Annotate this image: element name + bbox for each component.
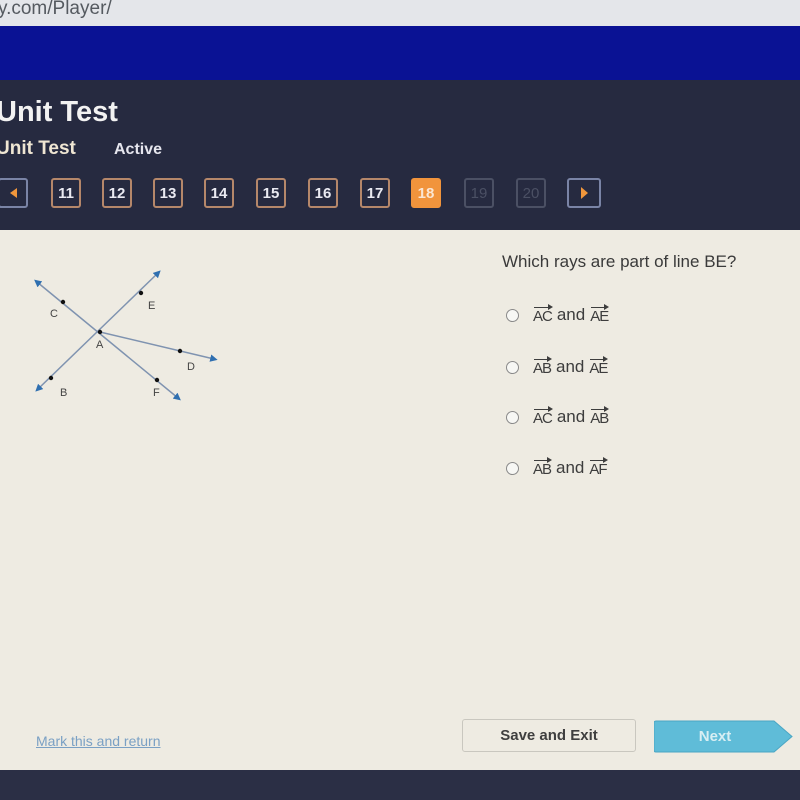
question-button-17[interactable]: 17 <box>360 178 390 208</box>
answer-choice-3[interactable]: AC and AB <box>506 405 610 427</box>
point-e <box>138 290 144 296</box>
conjunction: and <box>556 458 585 477</box>
ray-label: AB <box>533 456 553 478</box>
save-and-exit-button[interactable]: Save and Exit <box>462 719 636 752</box>
question-button-18-current[interactable]: 18 <box>411 178 441 208</box>
point-c <box>60 299 66 305</box>
point-b <box>48 375 54 381</box>
question-button-15[interactable]: 15 <box>256 178 286 208</box>
url-text: y.com/Player/ <box>0 0 112 19</box>
triangle-right-icon <box>580 187 588 199</box>
label-d: D <box>187 361 195 373</box>
label-e: E <box>148 300 155 312</box>
next-button-label: Next <box>698 728 732 745</box>
question-button-13[interactable]: 13 <box>153 178 183 208</box>
point-a <box>97 329 103 335</box>
question-button-14[interactable]: 14 <box>204 178 234 208</box>
question-button-11[interactable]: 11 <box>51 178 81 208</box>
label-a: A <box>96 339 104 351</box>
ray-label: AB <box>533 355 553 377</box>
browser-url-bar[interactable]: y.com/Player/ <box>0 0 800 26</box>
ray-label: AB <box>590 405 610 427</box>
test-subtitle: Unit Test <box>0 138 76 159</box>
point-f <box>154 377 160 383</box>
conjunction: and <box>556 357 585 376</box>
ray-ad <box>99 331 218 362</box>
page-title: Unit Test <box>0 96 118 128</box>
line-be <box>35 270 161 392</box>
radio-button[interactable] <box>506 308 519 322</box>
triangle-left-icon <box>9 188 17 198</box>
question-button-12[interactable]: 12 <box>102 178 132 208</box>
ray-label: AE <box>590 303 610 325</box>
ray-label: AC <box>533 303 553 325</box>
radio-button[interactable] <box>506 461 519 475</box>
question-button-19: 19 <box>464 178 494 208</box>
label-b: B <box>60 387 67 399</box>
status-label: Active <box>114 141 163 158</box>
browser-toolbar <box>0 26 800 80</box>
radio-button[interactable] <box>506 410 519 424</box>
next-button[interactable]: Next <box>654 720 794 753</box>
geometry-figure: C E A D B F <box>34 270 218 401</box>
question-text: Which rays are part of line BE? <box>502 252 737 271</box>
mark-and-return-link[interactable]: Mark this and return <box>36 733 161 749</box>
answer-choice-2[interactable]: AB and AE <box>506 355 609 377</box>
next-question-arrow-button[interactable] <box>567 178 601 208</box>
radio-button[interactable] <box>506 360 519 374</box>
question-button-16[interactable]: 16 <box>308 178 338 208</box>
ray-label: AF <box>589 456 608 478</box>
previous-question-button[interactable] <box>0 178 28 208</box>
label-c: C <box>50 308 58 320</box>
conjunction: and <box>556 305 586 324</box>
conjunction: and <box>556 407 586 426</box>
ray-label: AC <box>533 405 553 427</box>
ray-label: AE <box>589 355 609 377</box>
label-f: F <box>153 387 160 399</box>
point-d <box>177 348 183 354</box>
answer-choice-4[interactable]: AB and AF <box>506 456 608 478</box>
question-button-20: 20 <box>516 178 546 208</box>
answer-choice-1[interactable]: AC and AE <box>506 303 610 325</box>
